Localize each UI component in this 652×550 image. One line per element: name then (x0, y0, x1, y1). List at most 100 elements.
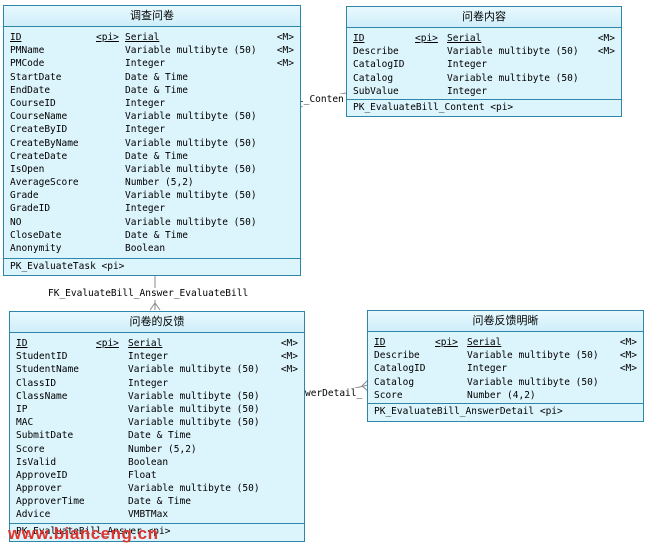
attribute-type: Integer (125, 97, 166, 109)
attribute-type: Date & Time (125, 150, 188, 162)
entity-bill-answer-detail[interactable]: 问卷反馈明晰 ID <pi> Serial <M> Describe Variable m… (367, 310, 644, 422)
attribute-row: CatalogID Integer <M> (368, 362, 643, 375)
attribute-row: SubValue Integer (347, 85, 621, 98)
attribute-type: Integer (447, 85, 488, 97)
attribute-type: Variable multibyte (50) (128, 364, 260, 376)
attribute-mandatory: <M> (280, 338, 298, 349)
watermark: www.bianceng.cn (8, 524, 159, 543)
attribute-row: IP Variable multibyte (50) (10, 403, 304, 416)
attribute-row: Anonymity Boolean (4, 242, 300, 255)
attribute-name: ClassID (16, 377, 57, 389)
attribute-row: Catalog Variable multibyte (50) (368, 376, 643, 389)
attribute-row: ID <pi> Serial <M> (10, 337, 304, 350)
attribute-key: <pi> (96, 32, 119, 43)
attribute-type: Float (128, 469, 157, 481)
attribute-name: ApproveID (16, 469, 68, 481)
entity-evaluate-task[interactable]: 调查问卷 ID <pi> Serial <M> PMName Variable multi… (3, 5, 301, 276)
attribute-row: SubmitDate Date & Time (10, 429, 304, 442)
attribute-name: Describe (353, 46, 399, 58)
attribute-name: AverageScore (10, 177, 79, 189)
attribute-name: ID (10, 32, 22, 43)
attribute-row: Describe Variable multibyte (50) <M> (347, 45, 621, 58)
attribute-name: Catalog (353, 72, 394, 84)
entity-bill-answer[interactable]: 问卷的反馈 ID <pi> Serial <M> StudentID Integer <M>… (9, 311, 305, 542)
attribute-name: ClassName (16, 390, 68, 402)
attribute-row: ClassName Variable multibyte (50) (10, 390, 304, 403)
entity-key: PK_EvaluateTask <pi> (4, 258, 300, 275)
attribute-name: CreateByName (10, 137, 79, 149)
attribute-name: StudentName (16, 364, 79, 376)
attribute-type: Serial (447, 33, 482, 44)
entity-title: 问卷的反馈 (10, 312, 304, 333)
attribute-type: Variable multibyte (50) (125, 137, 257, 149)
attribute-mandatory: <M> (280, 351, 298, 363)
attribute-name: ID (374, 337, 386, 348)
entity-bill-content[interactable]: 问卷内容 ID <pi> Serial <M> Describe Variable mul… (346, 6, 622, 117)
attribute-row: AverageScore Number (5,2) (4, 176, 300, 189)
attribute-type: Variable multibyte (50) (128, 417, 260, 429)
attribute-row: CreateByID Integer (4, 123, 300, 136)
attribute-name: CloseDate (10, 229, 62, 241)
attribute-name: PMName (10, 45, 45, 57)
attribute-list: ID <pi> Serial <M> StudentID Integer <M> Studen… (10, 333, 304, 522)
attribute-name: EndDate (10, 84, 51, 96)
attribute-type: Integer (128, 377, 169, 389)
attribute-name: CatalogID (374, 363, 426, 375)
attribute-name: CreateDate (10, 150, 68, 162)
attribute-type: Variable multibyte (50) (125, 190, 257, 202)
attribute-row: CloseDate Date & Time (4, 229, 300, 242)
attribute-name: Approver (16, 483, 62, 495)
attribute-name: CourseID (10, 97, 56, 109)
attribute-mandatory: <M> (276, 32, 294, 43)
attribute-row: Approver Variable multibyte (50) (10, 482, 304, 495)
attribute-row: ApproveID Float (10, 469, 304, 482)
attribute-row: PMName Variable multibyte (50) <M> (4, 44, 300, 57)
attribute-type: Variable multibyte (50) (128, 483, 260, 495)
attribute-name: StudentID (16, 351, 68, 363)
attribute-row: StartDate Date & Time (4, 71, 300, 84)
attribute-name: Score (374, 389, 403, 401)
attribute-type: Serial (467, 337, 502, 348)
attribute-type: Variable multibyte (50) (125, 45, 257, 57)
attribute-name: MAC (16, 417, 34, 429)
attribute-type: Variable multibyte (50) (125, 216, 257, 228)
attribute-name: CreateByID (10, 124, 68, 136)
attribute-list: ID <pi> Serial <M> Describe Variable multibyt… (368, 332, 643, 402)
attribute-type: Boolean (125, 243, 166, 254)
attribute-type: Integer (447, 59, 488, 71)
attribute-row: CourseID Integer (4, 97, 300, 110)
attribute-name: ID (16, 338, 28, 349)
attribute-type: Number (5,2) (125, 177, 194, 189)
attribute-type: Variable multibyte (50) (128, 390, 260, 402)
attribute-key: <pi> (96, 338, 119, 349)
attribute-row: Grade Variable multibyte (50) (4, 189, 300, 202)
attribute-type: Boolean (128, 456, 169, 468)
entity-title: 调查问卷 (4, 6, 300, 27)
attribute-type: Variable multibyte (50) (467, 350, 599, 362)
attribute-type: Number (4,2) (467, 389, 536, 401)
attribute-row: StudentName Variable multibyte (50) <M> (10, 363, 304, 376)
attribute-row: ApproverTime Date & Time (10, 495, 304, 508)
attribute-type: Date & Time (125, 71, 188, 83)
attribute-list: ID <pi> Serial <M> Describe Variable multibyt… (347, 28, 621, 98)
entity-title: 问卷反馈明晰 (368, 311, 643, 332)
attribute-row: CourseName Variable multibyte (50) (4, 110, 300, 123)
attribute-name: StartDate (10, 71, 62, 83)
attribute-name: ID (353, 33, 365, 44)
attribute-type: Date & Time (125, 229, 188, 241)
attribute-name: PMCode (10, 58, 45, 70)
attribute-type: Variable multibyte (50) (125, 111, 257, 123)
attribute-name: NO (10, 216, 22, 228)
attribute-name: Grade (10, 190, 39, 202)
attribute-mandatory: <M> (619, 337, 637, 348)
attribute-type: Variable multibyte (50) (467, 376, 599, 388)
attribute-row: EndDate Date & Time (4, 84, 300, 97)
attribute-type: Integer (128, 351, 169, 363)
relation-label-content: l_Conten (298, 94, 344, 106)
attribute-type: Integer (125, 203, 166, 215)
attribute-type: Variable multibyte (50) (447, 46, 579, 58)
attribute-mandatory: <M> (276, 45, 294, 57)
attribute-row: Advice VMBTMax (10, 508, 304, 521)
attribute-name: IsOpen (10, 163, 45, 175)
attribute-type: Number (5,2) (128, 443, 197, 455)
